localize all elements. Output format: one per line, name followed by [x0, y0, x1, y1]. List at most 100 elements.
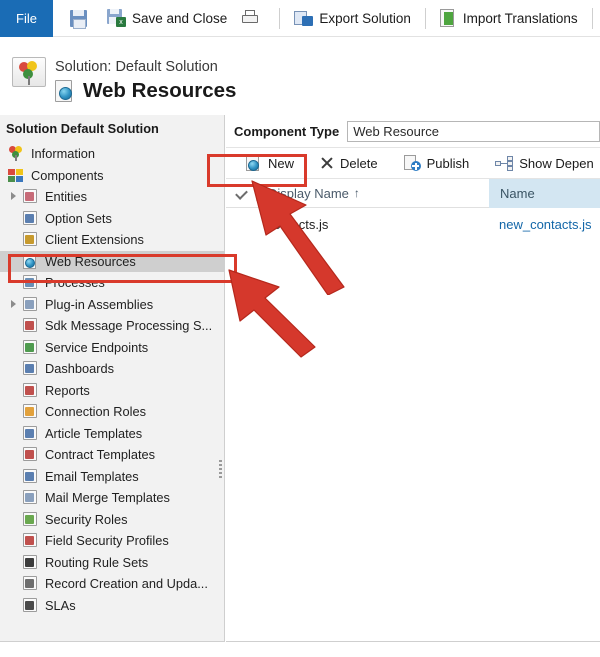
sidebar-item-client-extensions[interactable]: Client Extensions [0, 229, 224, 251]
sidebar-item-service-endpoints[interactable]: Service Endpoints [0, 337, 224, 359]
cell-name[interactable]: new_contacts.js [488, 217, 600, 232]
sidebar-item-option-sets[interactable]: Option Sets [0, 208, 224, 230]
save-and-close-button[interactable]: x Save and Close [100, 6, 234, 30]
page-title: Web Resources [83, 79, 237, 102]
article-templates-icon [22, 425, 39, 441]
sidebar-item-entities[interactable]: Entities [0, 186, 224, 208]
security-roles-icon [22, 511, 39, 527]
sidebar-item-label: Web Resources [45, 253, 136, 269]
sdk-message-icon [22, 318, 39, 333]
sidebar-item-sdk-message-processing-s[interactable]: Sdk Message Processing S... [0, 315, 224, 337]
sidebar-item-label: Mail Merge Templates [45, 490, 170, 506]
sidebar-item-security-roles[interactable]: Security Roles [0, 509, 224, 531]
sidebar-item-label: Entities [45, 189, 87, 205]
column-header-name[interactable]: Name [489, 178, 600, 208]
sidebar-item-label: Record Creation and Upda... [45, 576, 208, 592]
component-type-row: Component Type [226, 115, 600, 147]
dashboards-icon [22, 361, 39, 376]
solution-balls-icon [8, 146, 25, 162]
column-header-display-name-label: Display Name [268, 185, 349, 201]
import-translations-button[interactable]: Import Translations [433, 6, 585, 31]
sidebar-item-label: Dashboards [45, 361, 115, 377]
solution-icon [12, 57, 46, 87]
sidebar-item-processes[interactable]: Processes [0, 272, 224, 294]
import-translations-label: Import Translations [462, 10, 578, 26]
column-header-name-label: Name [500, 185, 535, 201]
field-security-icon [22, 533, 39, 548]
new-button[interactable]: New [238, 153, 302, 174]
save-icon [70, 9, 87, 29]
sidebar-item-contract-templates[interactable]: Contract Templates [0, 444, 224, 466]
select-all-checkbox[interactable] [226, 186, 256, 200]
column-header-display-name[interactable]: Display Name ↑ [257, 179, 489, 208]
ribbon-toolbar: File x Save and Close Export Solution Im… [0, 0, 600, 37]
print-button[interactable] [234, 7, 272, 29]
export-solution-label: Export Solution [319, 10, 411, 26]
table-row[interactable]: contacts.js new_contacts.js [226, 208, 600, 241]
sidebar-item-field-security-profiles[interactable]: Field Security Profiles [0, 530, 224, 552]
sidebar-item-routing-rule-sets[interactable]: Routing Rule Sets [0, 552, 224, 574]
show-dependencies-button[interactable]: Show Depen [487, 154, 600, 173]
sidebar-tree: Information Components Entities Option Sets… [0, 143, 224, 616]
sidebar-item-label: SLAs [45, 597, 76, 613]
export-solution-button[interactable]: Export Solution [287, 7, 418, 30]
record-creation-icon [22, 576, 39, 591]
expand-triangle-icon[interactable] [9, 299, 20, 310]
sidebar-item-label: Email Templates [45, 468, 139, 484]
sidebar-item-label: Option Sets [45, 210, 112, 226]
sidebar-item-label: Components [31, 167, 104, 183]
client-extensions-icon [22, 232, 39, 247]
sidebar-item-information[interactable]: Information [0, 143, 224, 165]
publish-button-label: Publish [426, 155, 470, 171]
sidebar-item-record-creation-and-upda[interactable]: Record Creation and Upda... [0, 573, 224, 595]
sidebar-item-reports[interactable]: Reports [0, 380, 224, 402]
ribbon-divider-3 [591, 7, 593, 29]
sidebar-item-label: Article Templates [45, 425, 143, 441]
save-button[interactable] [63, 7, 100, 30]
sidebar-item-article-templates[interactable]: Article Templates [0, 423, 224, 445]
sidebar-item-dashboards[interactable]: Dashboards [0, 358, 224, 380]
sidebar-item-connection-roles[interactable]: Connection Roles [0, 401, 224, 423]
web-resources-grid: Display Name ↑ Name contacts.js new_cont… [226, 178, 600, 241]
sidebar-item-label: Processes [45, 275, 105, 291]
sidebar-item-label: Connection Roles [45, 404, 147, 420]
solution-navigation-panel: Solution Default Solution Information Com… [0, 115, 225, 642]
component-type-label: Component Type [234, 123, 340, 139]
mail-merge-icon [22, 490, 39, 505]
component-type-input[interactable] [347, 120, 600, 142]
web-resource-icon [55, 79, 76, 103]
entities-icon [22, 189, 39, 204]
sidebar-item-label: Security Roles [45, 511, 128, 527]
panel-splitter-grip[interactable] [219, 458, 224, 484]
sidebar-item-components[interactable]: Components [0, 165, 224, 187]
page-header: Solution: Default Solution Web Resources [0, 37, 600, 115]
sidebar-item-web-resources[interactable]: Web Resources [0, 250, 224, 272]
sidebar-item-label: Plug-in Assemblies [45, 296, 154, 312]
expand-triangle-icon[interactable] [9, 191, 20, 202]
file-tab[interactable]: File [0, 0, 53, 37]
sidebar-item-email-templates[interactable]: Email Templates [0, 466, 224, 488]
sidebar-item-label: Contract Templates [45, 447, 156, 463]
sidebar-item-label: Service Endpoints [45, 339, 149, 355]
connection-roles-icon [22, 404, 39, 419]
sidebar-item-slas[interactable]: SLAs [0, 595, 224, 617]
sidebar-item-label: Information [31, 146, 96, 162]
delete-button[interactable]: Delete [312, 154, 386, 173]
sidebar-item-plug-in-assemblies[interactable]: Plug-in Assemblies [0, 294, 224, 316]
publish-button[interactable]: Publish [396, 153, 478, 173]
delete-button-label: Delete [340, 155, 378, 171]
sidebar-item-mail-merge-templates[interactable]: Mail Merge Templates [0, 487, 224, 509]
solution-subtitle: Solution: Default Solution [55, 59, 218, 75]
sidebar-item-label: Sdk Message Processing S... [45, 318, 213, 334]
